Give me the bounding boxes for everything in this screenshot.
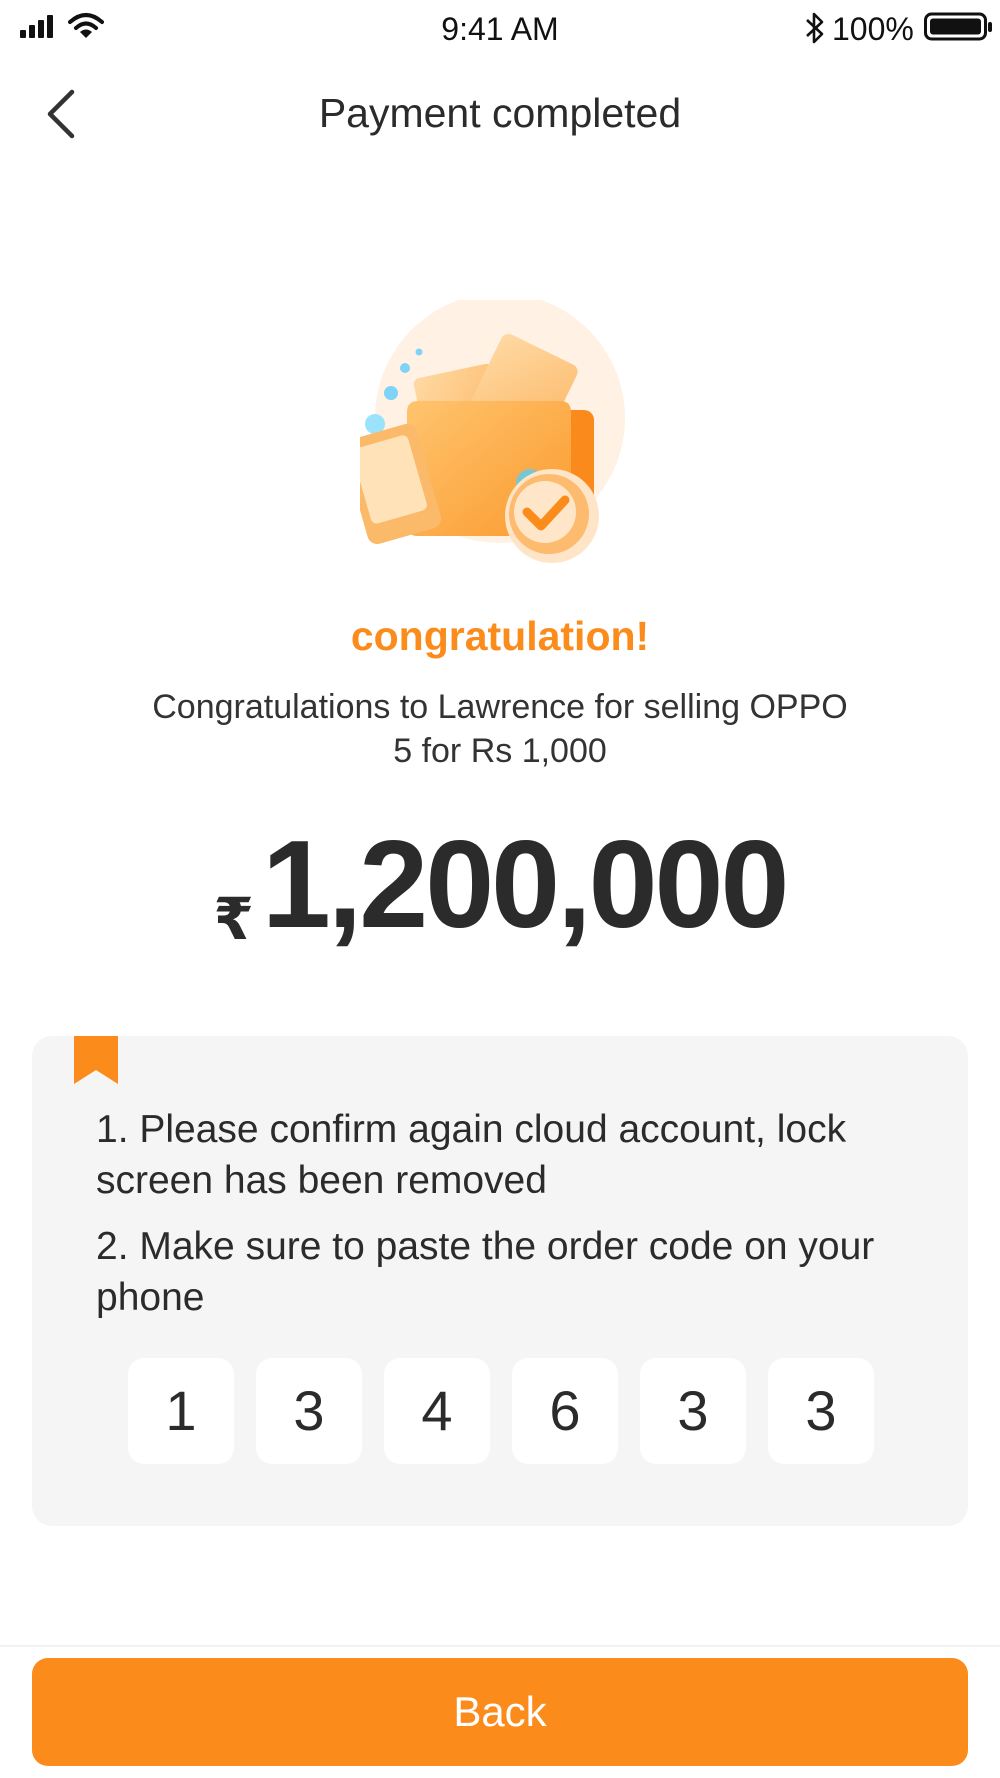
order-code-digit-1: 1 <box>128 1358 234 1464</box>
notice-card: 1. Please confirm again cloud account, l… <box>32 1036 968 1526</box>
amount-display: ₹1,200,000 <box>0 820 1000 950</box>
wallet-payment-success-illustration <box>360 300 625 563</box>
order-code-digit-4: 6 <box>512 1358 618 1464</box>
status-bar: 9:41 AM 100% <box>0 0 1000 58</box>
order-code-digit-6: 3 <box>768 1358 874 1464</box>
order-code-digit-2: 3 <box>256 1358 362 1464</box>
back-button[interactable]: Back <box>32 1658 968 1766</box>
order-code-digit-3: 4 <box>384 1358 490 1464</box>
congratulation-heading: congratulation! <box>350 613 650 659</box>
notice-item-2: 2. Make sure to paste the order code on … <box>96 1225 875 1319</box>
notice-item-1: 1. Please confirm again cloud account, l… <box>96 1108 847 1202</box>
bookmark-icon <box>74 1036 118 1084</box>
footer-divider <box>0 1645 1000 1647</box>
amount-value: 1,200,000 <box>261 816 790 954</box>
battery-percent: 100% <box>832 11 914 47</box>
order-code: 1 3 4 6 3 3 <box>128 1358 878 1464</box>
page-title: Payment completed <box>318 90 682 136</box>
currency-symbol: ₹ <box>213 887 254 952</box>
bluetooth-icon <box>806 12 824 44</box>
order-code-digit-5: 3 <box>640 1358 746 1464</box>
congratulation-message: Congratulations to Lawrence for selling … <box>152 688 848 770</box>
battery-icon <box>924 12 992 41</box>
